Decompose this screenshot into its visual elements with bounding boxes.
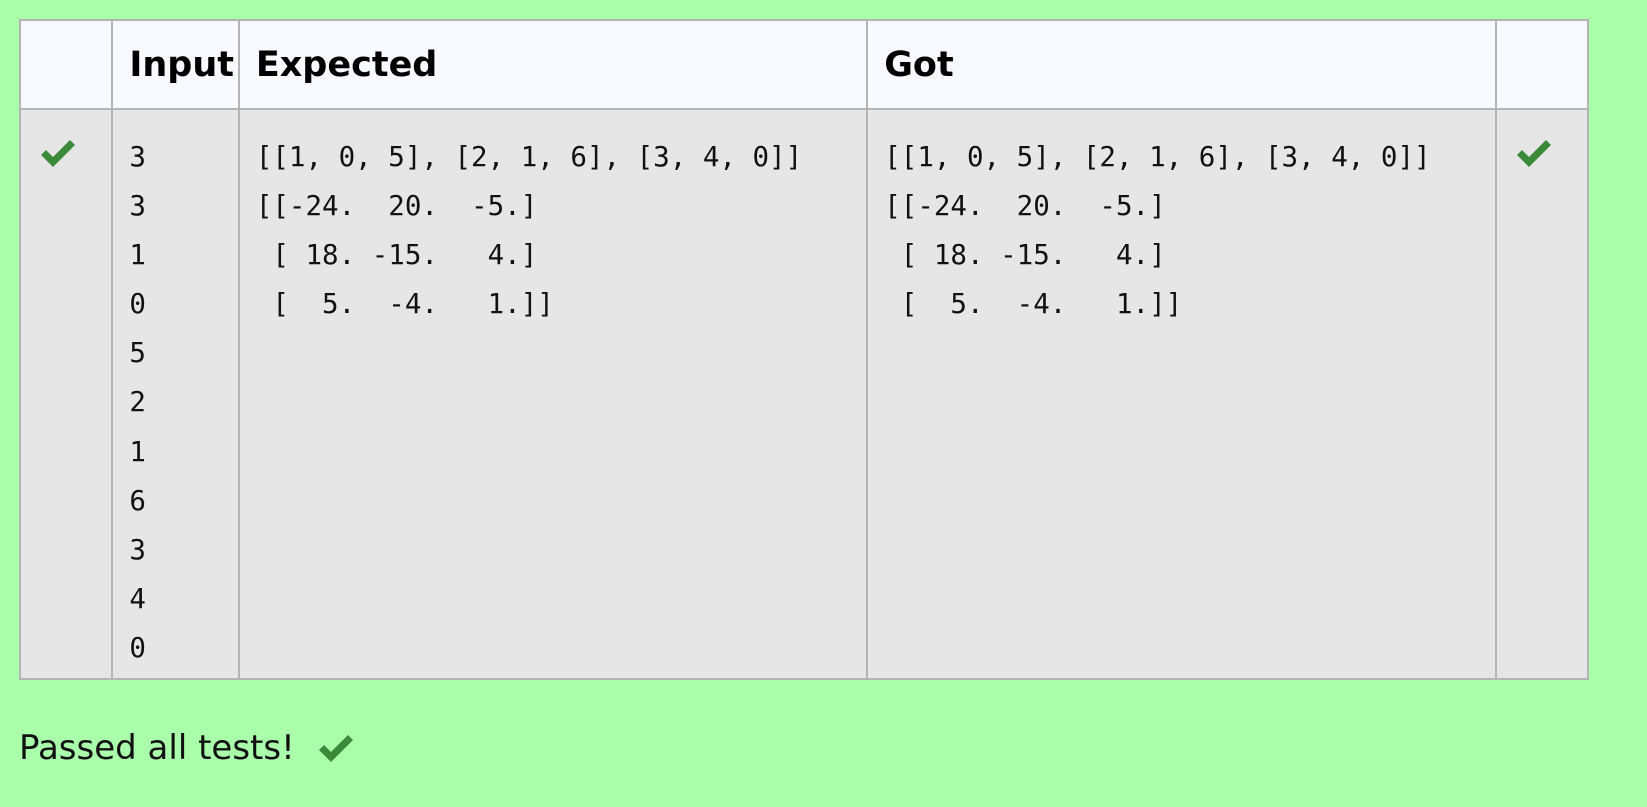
header-got: Got	[866, 19, 1497, 110]
check-icon	[318, 735, 353, 762]
got-cell: [[1, 0, 5], [2, 1, 6], [3, 4, 0]] [[-24.…	[866, 108, 1497, 680]
header-input: Input	[111, 19, 240, 110]
row-status-cell	[18, 108, 114, 680]
expected-cell: [[1, 0, 5], [2, 1, 6], [3, 4, 0]] [[-24.…	[237, 108, 869, 680]
table-row: 3 3 1 0 5 2 1 6 3 4 0 [[1, 0, 5], [2, 1,…	[18, 108, 1590, 680]
summary-message: Passed all tests!	[19, 728, 355, 768]
input-cell: 3 3 1 0 5 2 1 6 3 4 0	[111, 108, 240, 680]
expected-value: [[1, 0, 5], [2, 1, 6], [3, 4, 0]] [[-24.…	[255, 141, 803, 321]
header-status	[18, 19, 114, 110]
header-expected: Expected	[237, 19, 869, 110]
check-icon	[1516, 140, 1551, 167]
summary-text: Passed all tests!	[19, 728, 295, 768]
input-value: 3 3 1 0 5 2 1 6 3 4 0	[129, 141, 146, 664]
check-icon	[41, 140, 75, 167]
header-result	[1494, 19, 1590, 110]
got-value: [[1, 0, 5], [2, 1, 6], [3, 4, 0]] [[-24.…	[884, 141, 1431, 321]
results-container: Input Expected Got 3 3 1 0 5 2 1 6 3 4 0…	[18, 19, 1590, 680]
test-results-table: Input Expected Got 3 3 1 0 5 2 1 6 3 4 0…	[18, 19, 1590, 680]
table-header-row: Input Expected Got	[18, 19, 1590, 110]
row-result-cell	[1494, 108, 1590, 680]
